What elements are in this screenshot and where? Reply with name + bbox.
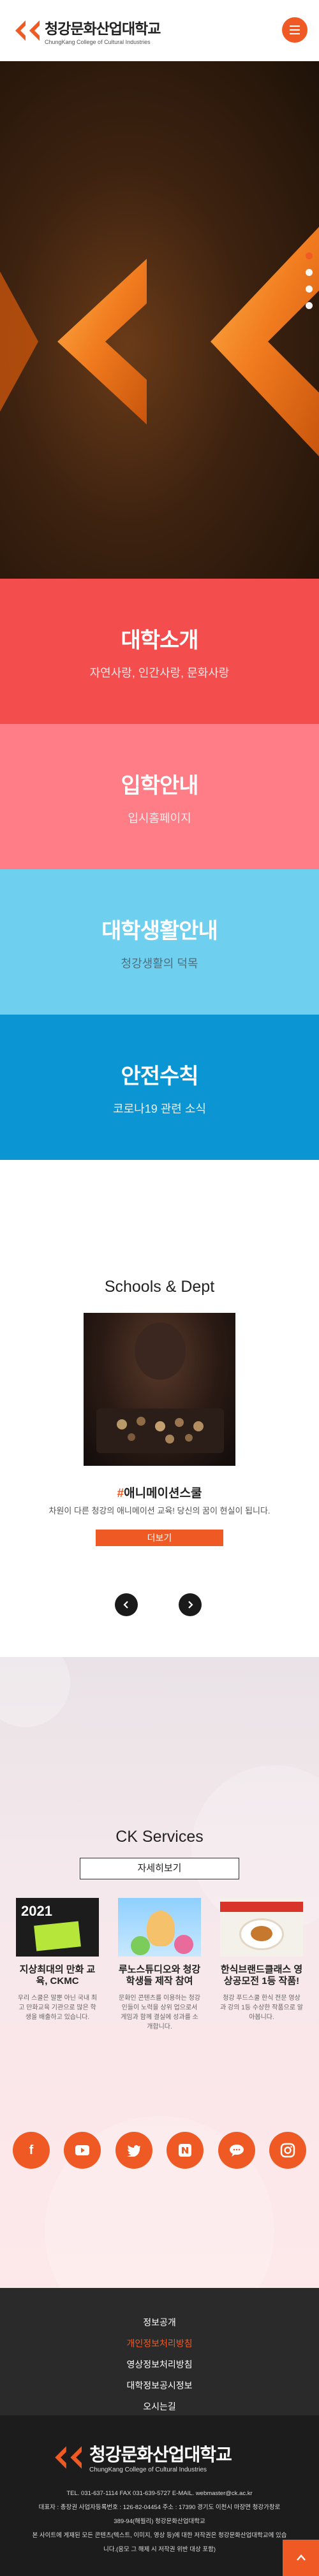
logo-title: 청강문화산업대학교 — [45, 20, 161, 37]
schools-section: Schools & Dept #애니메이션스쿨 차원이 다른 청강의 애니메이션… — [0, 1160, 319, 1657]
instagram-icon[interactable] — [269, 2132, 306, 2169]
service-card[interactable]: 한식브랜드클래스 영상공모전 1등 작품! 청강 푸드스쿨 한식 전문 영상과 … — [220, 1898, 303, 2022]
info-line: 389-94(해월리) 청강문화산업대학교 — [114, 2518, 205, 2525]
panel-campus-life[interactable]: 대학생활안내 청강생활의 덕목 — [0, 869, 319, 1015]
naver-blog-icon[interactable] — [167, 2132, 204, 2169]
footer-info: 청강문화산업대학교 ChungKang College of Cultural … — [0, 2415, 319, 2576]
card-image — [220, 1898, 303, 1957]
ck-logo-icon — [55, 2445, 82, 2469]
chevron-left-icon — [123, 1601, 128, 1609]
more-button[interactable]: 더보기 — [96, 1530, 223, 1546]
school-description: 차원이 다른 청강의 애니메이션 교육! 당신의 꿈이 현실이 됩니다. — [48, 1506, 271, 1516]
panel-about[interactable]: 대학소개 자연사랑, 인간사랑, 문화사랑 — [0, 579, 319, 724]
footer-link-disclosure[interactable]: 대학정보공시정보 — [0, 2375, 319, 2396]
site-header: 청강문화산업대학교 ChungKang College of Cultural … — [0, 0, 319, 61]
footer-logo-subtitle: ChungKang College of Cultural Industries — [89, 2466, 207, 2473]
service-card[interactable]: 2021 지상최대의 만화 교육, CKMC 우리 스쿨은 말뿐 아닌 국내 최… — [16, 1898, 99, 2022]
info-line: 니다.(응모 그 해제 시 저작권 위반 대상 포함) — [103, 2546, 216, 2553]
menu-button[interactable] — [282, 17, 308, 43]
logo-subtitle: ChungKang College of Cultural Industries — [45, 38, 151, 45]
footer-link-cctv[interactable]: 영상정보처리방침 — [0, 2354, 319, 2375]
contact-info: TEL. 031-637-1114 FAX 031-639-5727 E-MAI… — [0, 2487, 319, 2557]
prev-button[interactable] — [115, 1593, 138, 1616]
social-links: f — [13, 2132, 306, 2169]
youtube-icon[interactable] — [64, 2132, 101, 2169]
slide-dot[interactable] — [306, 302, 313, 309]
school-name: 애니메이션스쿨 — [124, 1487, 202, 1500]
card-title: 한식브랜드클래스 영상공모전 1등 작품! — [220, 1964, 303, 1986]
panel-safety[interactable]: 안전수칙 코로나19 관련 소식 — [0, 1015, 319, 1160]
card-description: 우리 스쿨은 말뿐 아닌 국내 최고 만화교육 기관으로 많은 학생을 배출하고… — [17, 1995, 98, 2021]
facebook-icon[interactable]: f — [13, 2132, 50, 2169]
panel-title: 안전수칙 — [121, 1064, 198, 1089]
panel-subtitle: 청강생활의 덕목 — [121, 957, 198, 970]
school-photo[interactable] — [84, 1313, 235, 1466]
panel-admission[interactable]: 입학안내 입시홈페이지 — [0, 724, 319, 869]
services-section: CK Services 자세히보기 2021 지상최대의 만화 교육, CKMC… — [0, 1657, 319, 2288]
footer-links: 정보공개 개인정보처리방침 영상정보처리방침 대학정보공시정보 오시는길 — [0, 2288, 319, 2415]
card-title: 루노스튜디오와 청강 학생들 제작 참여 — [118, 1964, 201, 1986]
card-title: 지상최대의 만화 교육, CKMC — [19, 1964, 96, 1986]
panel-title: 대학소개 — [121, 628, 198, 653]
footer-link-info[interactable]: 정보공개 — [0, 2312, 319, 2333]
footer-logo: 청강문화산업대학교 ChungKang College of Cultural … — [51, 2441, 232, 2473]
hero-ck-graphic — [0, 227, 319, 456]
scroll-top-button[interactable] — [283, 2540, 319, 2576]
next-button[interactable] — [179, 1593, 202, 1616]
card-description: 문화인 콘텐츠를 이용하는 청강인들이 노력을 상위 업으로서 게임과 함께 결… — [119, 1995, 200, 2030]
section-title: CK Services — [115, 1828, 204, 1846]
service-card[interactable]: 루노스튜디오와 청강 학생들 제작 참여 문화인 콘텐츠를 이용하는 청강인들이… — [118, 1898, 201, 2032]
ck-logo-icon[interactable] — [13, 18, 41, 43]
footer-link-privacy[interactable]: 개인정보처리방침 — [0, 2333, 319, 2354]
info-line: 본 사이트에 게재된 모든 콘텐츠(텍스트, 이미지, 영상 등)에 대한 저작… — [32, 2532, 287, 2539]
kakao-icon[interactable] — [218, 2132, 255, 2169]
footer-logo-title: 청강문화산업대학교 — [89, 2445, 232, 2464]
card-description: 청강 푸드스쿨 한식 전문 영상과 강의 1등 수상한 작품으로 알아봅니다. — [220, 1995, 303, 2021]
footer-link-directions[interactable]: 오시는길 — [0, 2396, 319, 2417]
card-image: 2021 — [16, 1898, 99, 1957]
panel-title: 대학생활안내 — [101, 918, 218, 943]
panel-subtitle: 입시홈페이지 — [128, 811, 191, 825]
info-line: TEL. 031-637-1114 FAX 031-639-5727 E-MAI… — [66, 2490, 253, 2497]
panel-subtitle: 자연사랑, 인간사랑, 문화사랑 — [89, 666, 230, 679]
card-badge: 2021 — [21, 1903, 52, 1919]
info-line: 대표자 : 총장권 사업자등록번호 : 126-82-04454 주소 : 17… — [38, 2504, 281, 2511]
logo-text[interactable]: 청강문화산업대학교 ChungKang College of Cultural … — [45, 17, 161, 45]
hash-mark: # — [117, 1487, 124, 1500]
slide-dot[interactable] — [306, 286, 313, 293]
arrow-up-icon — [296, 2554, 306, 2561]
twitter-icon[interactable] — [115, 2132, 152, 2169]
hamburger-icon — [290, 25, 300, 27]
card-image — [118, 1898, 201, 1957]
hero-banner — [0, 61, 319, 579]
details-button[interactable]: 자세히보기 — [80, 1858, 239, 1879]
panel-title: 입학안내 — [121, 773, 198, 798]
panel-subtitle: 코로나19 관련 소식 — [113, 1102, 206, 1115]
slide-dot[interactable] — [306, 252, 313, 259]
slide-dot[interactable] — [306, 269, 313, 276]
slide-indicators — [306, 252, 313, 309]
school-caption: #애니메이션스쿨 — [0, 1484, 319, 1501]
section-title: Schools & Dept — [104, 1278, 215, 1296]
chevron-right-icon — [188, 1601, 193, 1609]
